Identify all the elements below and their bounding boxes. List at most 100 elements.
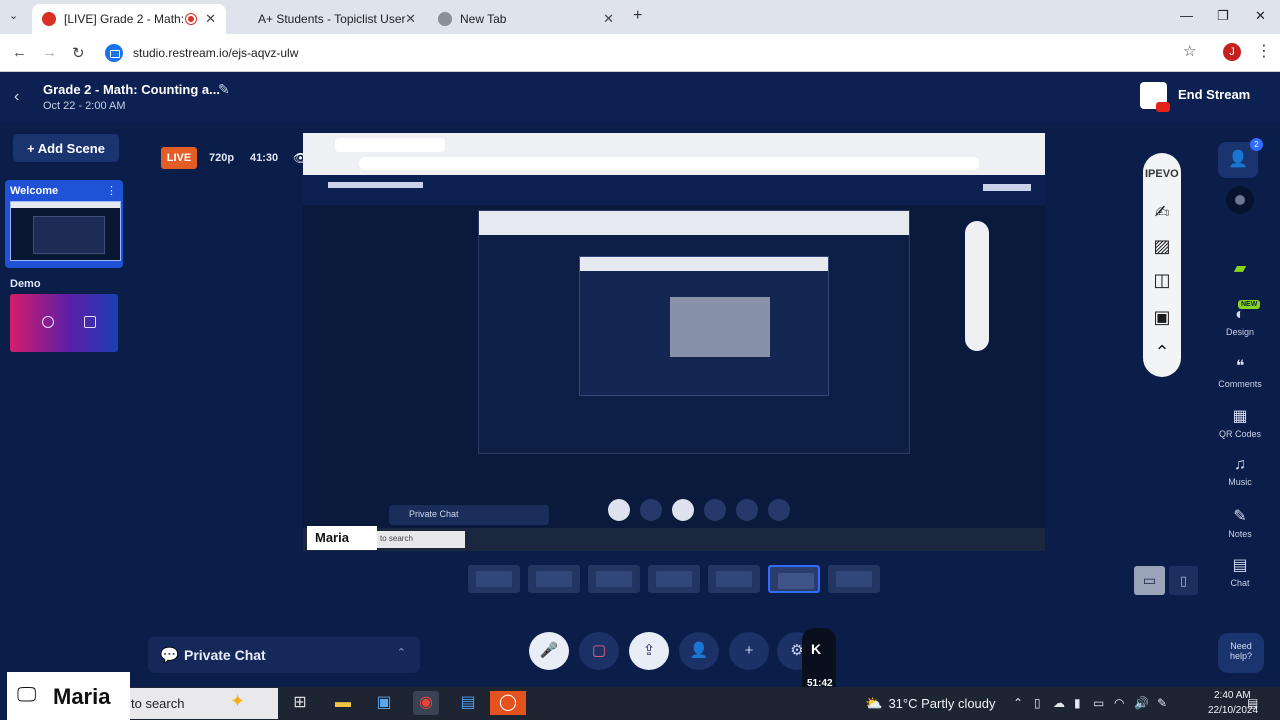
chrome-icon[interactable]: ◉ <box>413 691 439 715</box>
stream-preview-canvas[interactable]: Private Chat Maria to search <box>303 133 1045 551</box>
private-chat-panel[interactable]: 💬 Private Chat ⌃ <box>148 637 420 673</box>
presenter-name-tag: 🖵 Maria <box>7 672 130 720</box>
maximize-icon[interactable]: ❐ <box>1217 8 1229 24</box>
annotate-icon[interactable]: ◫ <box>1149 268 1175 292</box>
notification-icon[interactable]: ▤ <box>1247 696 1258 710</box>
need-help-button[interactable]: Need help? <box>1218 633 1264 673</box>
tray-overflow-icon[interactable]: ⌃ <box>1013 696 1023 710</box>
sidebar-item-notes[interactable]: ✎ Notes <box>1218 506 1262 539</box>
close-window-icon[interactable]: ✕ <box>1255 8 1266 24</box>
notes-icon: ✎ <box>1233 508 1247 525</box>
mirrored-name-tag: Maria <box>307 526 377 550</box>
tray-app-icon[interactable]: ▯ <box>1034 696 1041 710</box>
tab-search-chevron-icon[interactable]: ⌄ <box>9 9 18 22</box>
mobile-view-icon[interactable]: ▯ <box>1169 566 1198 595</box>
music-icon: ♫ <box>1234 456 1246 473</box>
pen-tray-icon[interactable]: ✎ <box>1157 696 1167 710</box>
scene-demo[interactable] <box>10 294 118 352</box>
edit-pencil-icon[interactable]: ✎ <box>218 81 230 98</box>
add-scene-button[interactable]: + Add Scene <box>13 134 119 162</box>
url-field[interactable]: studio.restream.io/ejs-aqvz-ulw <box>100 39 1210 67</box>
reload-icon[interactable]: ↻ <box>72 44 85 62</box>
profile-avatar[interactable]: J <box>1223 43 1241 61</box>
clock-time[interactable]: 2:40 AM <box>1214 690 1251 701</box>
private-chat-label: Private Chat <box>184 647 266 663</box>
store-icon[interactable]: ▣ <box>371 691 397 715</box>
sidebar-item-design[interactable]: ◐ Design <box>1218 306 1262 337</box>
layout-option-selected[interactable] <box>768 565 820 593</box>
recording-app-icon[interactable]: ◯ <box>490 691 526 715</box>
youtube-channel-icon[interactable] <box>1140 82 1170 112</box>
layout-option[interactable] <box>828 565 880 593</box>
sidebar-item-qr-codes[interactable]: ▦ QR Codes <box>1218 406 1262 439</box>
invite-guest-control[interactable]: 👤 <box>679 632 719 670</box>
onedrive-icon[interactable]: ☁ <box>1053 696 1065 710</box>
sidebar-item-chat[interactable]: ▤ Chat <box>1218 555 1262 588</box>
close-tab-icon[interactable]: ✕ <box>405 11 416 27</box>
shared-studio-header <box>303 175 1045 205</box>
app-icon[interactable]: ▤ <box>455 691 481 715</box>
close-tab-icon[interactable]: ✕ <box>205 11 216 27</box>
layout-selector <box>468 565 880 593</box>
bookmark-star-icon[interactable]: ☆ <box>1183 42 1196 60</box>
sidebar-item-music[interactable]: ♫ Music <box>1218 456 1262 487</box>
qr-icon: ▦ <box>1232 408 1248 425</box>
add-button[interactable]: + <box>729 632 769 670</box>
mirrored-search: to search <box>377 531 465 548</box>
layout-option[interactable] <box>468 565 520 593</box>
end-stream-button[interactable]: End Stream <box>1178 87 1250 102</box>
sidebar-item-comments[interactable]: ❝ Comments <box>1218 356 1262 389</box>
site-info-icon[interactable] <box>105 44 123 62</box>
chat-bubble-icon: 💬 <box>160 647 179 664</box>
usb-icon[interactable]: ▮ <box>1074 696 1081 710</box>
task-view-icon[interactable]: ⊞ <box>287 691 313 715</box>
desktop-view-icon[interactable]: ▭ <box>1134 566 1165 595</box>
layout-option[interactable] <box>648 565 700 593</box>
weather-widget[interactable]: ⛅ 31°C Partly cloudy <box>865 695 996 712</box>
chevron-up-icon[interactable]: ⌃ <box>397 646 406 659</box>
forward-arrow-icon[interactable]: → <box>42 44 57 61</box>
scene-label: Demo <box>10 278 41 290</box>
new-tab-plus-icon[interactable]: + <box>633 7 642 25</box>
resolution-label: 720p <box>209 152 235 164</box>
browser-tab-bar: ⌄ [LIVE] Grade 2 - Math: C ✕ A+ Students… <box>0 0 1280 34</box>
wifi-icon[interactable]: ◠ <box>1114 696 1124 710</box>
volume-icon[interactable]: 🔊 <box>1134 696 1149 710</box>
recording-indicator-icon <box>186 14 196 24</box>
chevron-up-icon[interactable]: ⌃ <box>1149 340 1175 364</box>
scene-welcome[interactable]: Welcome ⋮ <box>5 180 123 268</box>
chrome-favicon-icon <box>438 12 452 26</box>
close-tab-icon[interactable]: ✕ <box>603 11 614 27</box>
copilot-sparkle-icon[interactable]: ✦ <box>230 691 245 712</box>
back-arrow-icon[interactable]: ← <box>12 44 27 61</box>
stream-date: Oct 22 - 2:00 AM <box>43 100 126 112</box>
url-text: studio.restream.io/ejs-aqvz-ulw <box>133 46 299 60</box>
stream-title[interactable]: Grade 2 - Math: Counting a... <box>43 82 220 97</box>
camera-off-button[interactable]: ▢ <box>579 632 619 670</box>
scene-thumbnail <box>10 201 121 261</box>
camera-icon[interactable]: ▣ <box>1149 305 1175 329</box>
minimize-icon[interactable]: — <box>1180 8 1193 23</box>
record-favicon-icon <box>42 12 56 26</box>
battery-icon[interactable]: ▭ <box>1093 696 1104 710</box>
media-icon <box>84 316 96 328</box>
layout-option[interactable] <box>708 565 760 593</box>
browser-menu-icon[interactable]: ⋮ <box>1256 41 1272 61</box>
file-explorer-icon[interactable]: ▬ <box>330 691 356 715</box>
layout-option[interactable] <box>528 565 580 593</box>
address-bar: ← → ↻ studio.restream.io/ejs-aqvz-ulw ☆ … <box>0 34 1280 72</box>
pen-icon[interactable]: ✍ <box>1149 200 1175 224</box>
shared-browser-chrome <box>303 133 1045 175</box>
taskbar-search-input[interactable]: to search <box>130 688 278 719</box>
scene-menu-icon[interactable]: ⋮ <box>106 184 117 197</box>
sidebar-item-brand[interactable]: ▰ <box>1218 258 1262 281</box>
tab-new-tab[interactable]: New Tab ✕ <box>428 4 624 34</box>
layout-option[interactable] <box>588 565 640 593</box>
camera-preview-icon[interactable] <box>1226 186 1254 214</box>
whiteboard-icon[interactable]: ▨ <box>1149 234 1175 258</box>
share-screen-button[interactable]: ⇪ <box>629 632 669 670</box>
tab-live-stream[interactable]: [LIVE] Grade 2 - Math: C ✕ <box>32 4 226 34</box>
tab-students[interactable]: A+ Students - Topiclist User ✕ <box>240 4 426 34</box>
microphone-button[interactable]: 🎤 <box>529 632 569 670</box>
back-chevron-icon[interactable]: ‹ <box>14 88 19 106</box>
